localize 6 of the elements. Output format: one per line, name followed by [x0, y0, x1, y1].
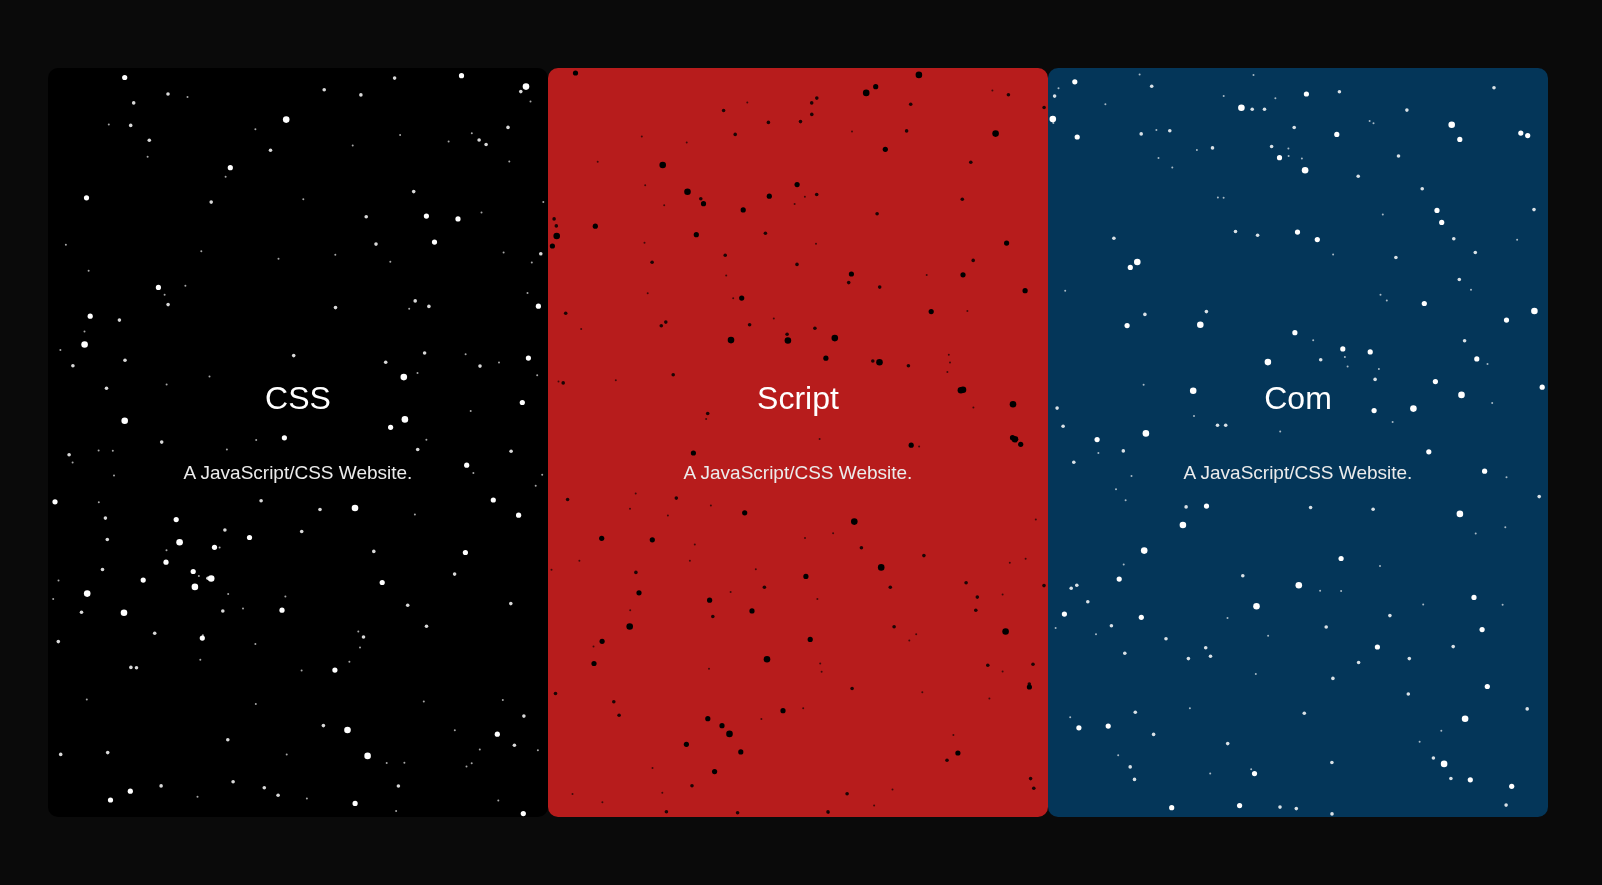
panel-subtitle: A JavaScript/CSS Website. [1183, 461, 1413, 485]
panel-subtitle: A JavaScript/CSS Website. [183, 461, 413, 485]
panel-title: CSS [265, 379, 331, 417]
panel-subtitle: A JavaScript/CSS Website. [683, 461, 913, 485]
panel-title: Com [1264, 379, 1332, 417]
panel-title: Script [757, 379, 839, 417]
